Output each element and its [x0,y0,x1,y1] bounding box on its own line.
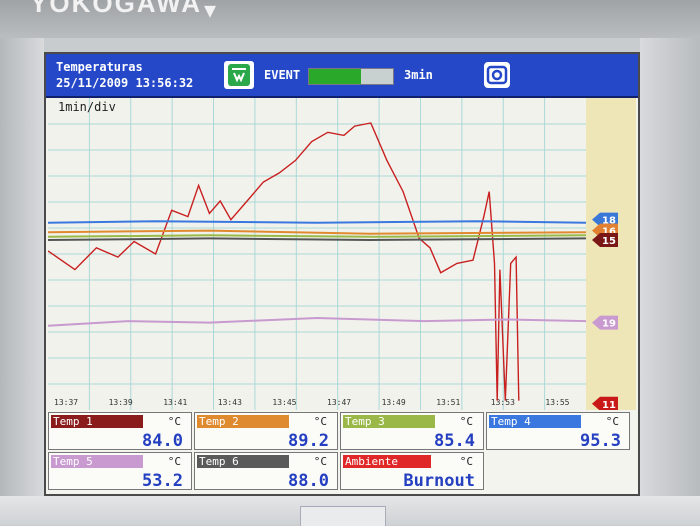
device-bezel-top: YOKOGAWA ▼ [0,0,700,38]
time-per-division: 1min/div [58,100,116,114]
channel-name: Ambiente [343,455,431,468]
channel-unit: °C [313,415,327,428]
scale-marker-label: 15 [602,236,616,247]
time-tick-label: 13:49 [382,398,406,407]
scale-marker-label: 11 [602,400,616,410]
channel-cell[interactable]: Temp 1 °C 84.0 [48,412,192,451]
event-progress-bar [308,68,394,85]
group-title: Temperaturas [56,60,143,74]
channel-cell[interactable]: Temp 2 °C 89.2 [194,412,338,451]
brand-arrow-icon: ▼ [204,0,217,22]
datetime: 25/11/2009 13:56:32 [56,76,194,90]
channel-unit: °C [459,455,473,468]
brand-logo: YOKOGAWA [30,0,203,18]
channel-value: 85.4 [434,431,475,451]
time-tick-label: 13:47 [327,398,351,407]
channel-value: 53.2 [142,471,183,491]
time-tick-label: 13:37 [54,398,78,407]
channel-value: 95.3 [580,431,621,451]
time-tick-label: 13:43 [218,398,242,407]
channel-unit: °C [167,455,181,468]
event-label: EVENT [264,68,301,82]
channel-value: 88.0 [288,471,329,491]
channel-name: Temp 4 [489,415,581,428]
device-bezel-right [640,38,700,525]
device-bezel-left [0,38,44,525]
channel-cell[interactable]: Temp 4 °C 95.3 [486,412,630,451]
series-line-temp-3 [48,234,587,238]
scale-marker-label: 19 [602,319,616,330]
time-tick-label: 13:55 [545,398,569,407]
channel-name: Temp 1 [51,415,143,428]
trend-chart: 13:37 13:39 13:41 13:43 13:45 13:47 13:49 13:51… [48,98,636,410]
time-tick-label: 13:41 [163,398,187,407]
recorder-screen: Temperaturas 25/11/2009 13:56:32 EVENT 3… [44,52,640,496]
channel-name: Temp 3 [343,415,435,428]
snapshot-icon[interactable] [484,62,510,88]
status-header: Temperaturas 25/11/2009 13:56:32 EVENT 3… [46,54,638,98]
channel-value: 84.0 [142,431,183,451]
channel-name: Temp 2 [197,415,289,428]
time-tick-label: 13:45 [272,398,296,407]
channel-unit: °C [313,455,327,468]
channel-name: Temp 5 [51,455,143,468]
channel-cell[interactable]: Ambiente °C Burnout [340,452,484,491]
time-tick-label: 13:51 [436,398,460,407]
channel-cell[interactable]: Temp 6 °C 88.0 [194,452,338,491]
channel-value: Burnout [403,471,475,491]
channel-cell[interactable]: Temp 3 °C 85.4 [340,412,484,451]
media-slot[interactable] [300,506,386,526]
channel-unit: °C [459,415,473,428]
trend-plot: 13:37 13:39 13:41 13:43 13:45 13:47 13:49 13:51… [48,98,636,410]
channel-unit: °C [167,415,181,428]
channel-cell[interactable]: Temp 5 °C 53.2 [48,452,192,491]
event-progress-fill [309,69,362,84]
channel-panel: Temp 1 °C 84.0 Temp 2 °C 89.2 Temp 3 °C 85.4 Temp… [48,412,632,494]
channel-unit: °C [605,415,619,428]
time-tick-label: 13:53 [491,398,515,407]
memory-status-icon[interactable] [224,61,254,89]
channel-name: Temp 6 [197,455,289,468]
marker-strip [586,98,636,410]
channel-value: 89.2 [288,431,329,451]
series-line-temp-6 [48,237,587,242]
time-tick-label: 13:39 [109,398,133,407]
event-interval: 3min [404,68,433,82]
